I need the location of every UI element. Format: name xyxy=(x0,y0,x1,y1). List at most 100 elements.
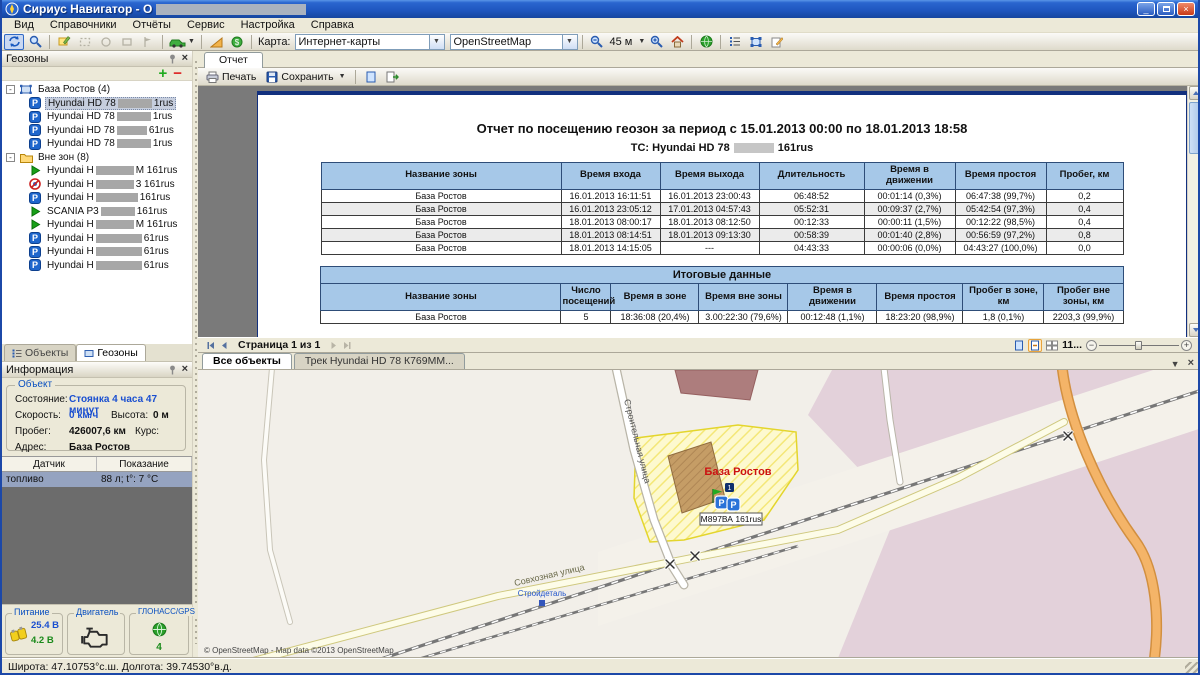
menu-bar: ВидСправочникиОтчётыСервисНастройкаСправ… xyxy=(2,18,1198,33)
tree-expander[interactable]: - xyxy=(6,153,15,162)
list-button[interactable] xyxy=(725,34,745,50)
geozone-rect-icon xyxy=(84,349,94,358)
menu-item[interactable]: Справочники xyxy=(42,19,125,31)
map-canvas[interactable]: Строительная улица Совхозная улица Строй… xyxy=(198,370,1200,658)
tab-all-objects[interactable]: Все объекты xyxy=(202,353,292,369)
parking-status-icon: P xyxy=(28,138,42,150)
tree-item[interactable]: Hyundai HМ 161rus xyxy=(2,164,192,178)
pin-icon[interactable] xyxy=(168,54,177,64)
title-bar[interactable]: Сириус Навигатор - О _ × xyxy=(2,0,1198,18)
sensor-row[interactable]: топливо88 л; t°: 7 °C xyxy=(2,472,192,487)
tree-item[interactable]: PHyundai H61rus xyxy=(2,245,192,259)
view-layout-button[interactable] xyxy=(361,69,381,85)
one-page-view-button[interactable] xyxy=(1014,340,1024,351)
close-panel-icon[interactable]: × xyxy=(182,364,188,375)
draw-rect-button[interactable] xyxy=(75,34,95,50)
tab-objects[interactable]: Объекты xyxy=(4,344,76,361)
menu-item[interactable]: Отчёты xyxy=(125,19,179,31)
map-source-label: Карта: xyxy=(258,36,291,48)
last-page-button[interactable] xyxy=(342,341,352,350)
select-area-button[interactable] xyxy=(746,34,766,50)
map-source-combo[interactable]: Интернет-карты ▼ xyxy=(295,34,445,50)
zoom-select-button[interactable] xyxy=(25,34,45,50)
column-header: Пробег вне зоны, км xyxy=(1044,284,1123,311)
close-button[interactable]: × xyxy=(1177,2,1195,16)
svg-text:P: P xyxy=(32,233,38,243)
export-button[interactable] xyxy=(383,69,403,85)
tree-item-label: Hyundai H61rus xyxy=(45,246,171,257)
dashed-rect-icon xyxy=(79,36,91,48)
tree-item[interactable]: SCANIA P3161rus xyxy=(2,205,192,219)
report-viewer[interactable]: Отчет по посещению геозон за период с 15… xyxy=(198,86,1200,337)
tree-item[interactable]: PHyundai HD 781rus xyxy=(2,110,192,124)
edit-note-button[interactable] xyxy=(767,34,787,50)
tab-menu-icon[interactable]: ▼ xyxy=(1171,359,1180,369)
print-button[interactable]: Печать xyxy=(202,69,260,85)
tree-item[interactable]: -Вне зон (8) xyxy=(2,151,192,165)
tree-item[interactable]: PHyundai HD 781rus xyxy=(2,97,192,111)
tree-item[interactable]: PHyundai HD 7861rus xyxy=(2,124,192,138)
scrollbar-thumb[interactable] xyxy=(1189,102,1200,154)
tab-report[interactable]: Отчет xyxy=(204,52,263,68)
track-button[interactable]: ▼ xyxy=(167,34,197,50)
zoom-slider-plus[interactable]: + xyxy=(1181,340,1192,351)
chevron-down-icon[interactable]: ▼ xyxy=(638,38,645,45)
tree-item[interactable]: Hyundai H3 161rus xyxy=(2,178,192,192)
menu-item[interactable]: Вид xyxy=(6,19,42,31)
prev-page-button[interactable] xyxy=(220,341,228,350)
tree-item[interactable]: PHyundai HD 781rus xyxy=(2,137,192,151)
zoom-slider-thumb[interactable] xyxy=(1135,341,1142,350)
menu-item[interactable]: Настройка xyxy=(233,19,303,31)
column-header: Время в зоне xyxy=(611,284,699,311)
zoom-out-button[interactable] xyxy=(587,34,607,50)
close-tab-icon[interactable]: × xyxy=(1188,358,1194,369)
scroll-up-button[interactable] xyxy=(1189,86,1200,100)
tree-item-label: Hyundai HМ 161rus xyxy=(45,219,179,230)
fit-width-button[interactable] xyxy=(1028,339,1042,352)
restore-button[interactable] xyxy=(1157,2,1175,16)
save-button[interactable]: Сохранить ▼ xyxy=(262,69,349,85)
tree-item-label: Hyundai HD 781rus xyxy=(45,111,174,122)
print-label: Печать xyxy=(222,71,256,83)
next-page-button[interactable] xyxy=(330,341,338,350)
tab-track[interactable]: Трек Hyundai HD 78 К769ММ... xyxy=(294,353,465,369)
tree-item[interactable]: PHyundai H61rus xyxy=(2,259,192,273)
zoom-in-button[interactable] xyxy=(646,34,666,50)
pan-mode-button[interactable] xyxy=(4,34,24,50)
map-scale-value[interactable]: 45 м xyxy=(610,36,633,48)
measure-button[interactable] xyxy=(206,34,226,50)
menu-item[interactable]: Справка xyxy=(303,19,362,31)
add-zone-button[interactable]: + xyxy=(158,69,167,79)
edit-zones-button[interactable] xyxy=(54,34,74,50)
floppy-icon xyxy=(266,71,278,83)
zoom-slider[interactable]: − + xyxy=(1086,340,1192,351)
menu-item[interactable]: Сервис xyxy=(179,19,233,31)
report-scrollbar[interactable] xyxy=(1187,86,1200,337)
course-label: Курс: xyxy=(135,426,159,437)
flag-button[interactable] xyxy=(138,34,158,50)
close-panel-icon[interactable]: × xyxy=(182,53,188,64)
multi-page-view-button[interactable] xyxy=(1046,340,1058,351)
minimize-button[interactable]: _ xyxy=(1137,2,1155,16)
svg-text:P: P xyxy=(32,139,38,149)
tree-item[interactable]: Hyundai HМ 161rus xyxy=(2,218,192,232)
events-button[interactable]: $ xyxy=(227,34,247,50)
remove-zone-button[interactable]: − xyxy=(173,69,182,79)
tree-item[interactable]: PHyundai H61rus xyxy=(2,232,192,246)
globe-button[interactable] xyxy=(696,34,716,50)
map-layer-combo[interactable]: OpenStreetMap ▼ xyxy=(450,34,578,50)
resize-grip[interactable] xyxy=(1185,662,1198,675)
zoom-slider-minus[interactable]: − xyxy=(1086,340,1097,351)
tree-item[interactable]: -База Ростов (4) xyxy=(2,83,192,97)
draw-polygon-button[interactable] xyxy=(117,34,137,50)
first-page-button[interactable] xyxy=(206,341,216,350)
report-vehicle: ТС: Hyundai HD 78 161rus xyxy=(258,142,1186,154)
gps-label: ГЛОНАСС/GPS xyxy=(136,607,197,616)
tab-geozones[interactable]: Геозоны xyxy=(76,344,145,361)
home-button[interactable] xyxy=(667,34,687,50)
draw-circle-button[interactable] xyxy=(96,34,116,50)
scroll-down-button[interactable] xyxy=(1189,323,1200,337)
tree-item[interactable]: PHyundai H161rus xyxy=(2,191,192,205)
pin-icon[interactable] xyxy=(168,365,177,375)
tree-expander[interactable]: - xyxy=(6,85,15,94)
